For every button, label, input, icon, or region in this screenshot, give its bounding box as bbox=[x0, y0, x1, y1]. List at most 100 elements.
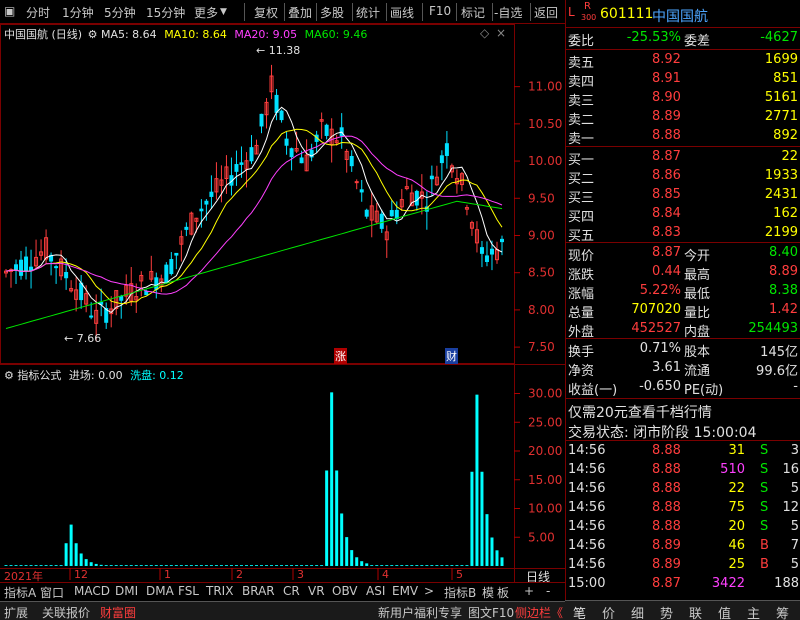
statistics-button[interactable]: 统计 bbox=[356, 4, 380, 21]
sell-level-row[interactable]: 卖五 8.92 1699 bbox=[566, 51, 800, 71]
overlay-button[interactable]: 叠加 bbox=[288, 4, 312, 21]
back-button[interactable]: 返回 bbox=[534, 4, 558, 21]
tab-tick[interactable]: 笔 bbox=[573, 603, 586, 620]
expand-button[interactable]: 扩展 bbox=[4, 604, 28, 620]
sell-level-row[interactable]: 卖一 8.88 892 bbox=[566, 127, 800, 147]
tab-template[interactable]: 模 bbox=[482, 584, 494, 601]
stat-row: 涨跌 0.44 最高 8.89 bbox=[566, 263, 800, 283]
draw-line-button[interactable]: 画线 bbox=[390, 4, 414, 21]
tick-time: 15:00 bbox=[568, 576, 606, 591]
sidebar-toggle-button[interactable]: 侧边栏《 bbox=[515, 604, 563, 620]
candle-body bbox=[169, 259, 174, 275]
tab-value[interactable]: 值 bbox=[718, 603, 731, 620]
header-r: R bbox=[584, 1, 591, 12]
tab-trix[interactable]: TRIX bbox=[206, 584, 233, 598]
tick-price: 8.88 bbox=[652, 443, 681, 458]
tab-15min[interactable]: 15分钟 bbox=[146, 4, 185, 21]
indicator-bar bbox=[79, 553, 83, 566]
f10-graphic-button[interactable]: 图文F10 bbox=[468, 604, 514, 620]
stat-row: 涨幅 5.22% 最低 8.38 bbox=[566, 282, 800, 302]
kline-chart-area[interactable]: 11.00 10.50 10.00 9.50 9.00 8.50 8.00 7.50 30.0… bbox=[0, 24, 565, 592]
buy-level-row[interactable]: 买五 8.83 2199 bbox=[566, 224, 800, 244]
candle-body bbox=[274, 94, 279, 113]
tab-5min[interactable]: 5分钟 bbox=[104, 4, 136, 21]
tab-cr[interactable]: CR bbox=[283, 584, 300, 598]
sell-level-label: 卖二 bbox=[568, 113, 595, 128]
price-tick-label: 8.00 bbox=[528, 303, 555, 317]
menu-square-icon[interactable]: ▣ bbox=[4, 4, 15, 18]
tab-board[interactable]: 板 bbox=[497, 584, 509, 601]
stat-label: 现价 bbox=[568, 249, 595, 264]
event-marker-finance[interactable]: 财 bbox=[445, 348, 458, 364]
tab-window[interactable]: 窗口 bbox=[40, 584, 64, 601]
chevron-down-icon[interactable]: ▼ bbox=[220, 7, 227, 17]
tab-1min[interactable]: 1分钟 bbox=[62, 4, 94, 21]
new-user-promo[interactable]: 新用户福利专享 bbox=[378, 604, 462, 620]
event-marker-limit[interactable]: 涨 bbox=[334, 348, 347, 364]
indicator-bar bbox=[265, 565, 269, 566]
sell-level-price: 8.92 bbox=[652, 52, 681, 67]
tab-chips[interactable]: 筹 bbox=[776, 603, 789, 620]
tick-volume: 75 bbox=[728, 500, 745, 515]
tab-main[interactable]: 主 bbox=[747, 603, 760, 620]
kline-svg[interactable]: 11.00 10.50 10.00 9.50 9.00 8.50 8.00 7.50 30.0… bbox=[0, 24, 565, 582]
tick-time: 14:56 bbox=[568, 462, 606, 477]
multi-stock-button[interactable]: 多股 bbox=[320, 4, 344, 21]
sell-level-row[interactable]: 卖三 8.90 5161 bbox=[566, 89, 800, 109]
buy-level-row[interactable]: 买三 8.85 2431 bbox=[566, 186, 800, 206]
buy-level-row[interactable]: 买二 8.86 1933 bbox=[566, 167, 800, 187]
wealth-circle-button[interactable]: 财富圈 bbox=[100, 604, 136, 620]
tab-indicator-a[interactable]: 指标A bbox=[4, 584, 36, 601]
related-quote-button[interactable]: 关联报价 bbox=[42, 604, 90, 620]
buy-level-volume: 22 bbox=[781, 149, 798, 164]
indicator-bar bbox=[320, 565, 324, 566]
tab-indicator-b[interactable]: 指标B bbox=[444, 584, 476, 601]
indicator-bar bbox=[395, 565, 399, 566]
rights-adjust-button[interactable]: 复权 bbox=[254, 4, 278, 21]
promo-text[interactable]: 仅需20元查看千档行情 bbox=[568, 402, 712, 422]
close-icon[interactable]: × bbox=[496, 26, 506, 40]
tab-more[interactable]: 更多 bbox=[194, 4, 218, 21]
low-value: 7.66 bbox=[76, 332, 102, 345]
tab-scroll-right[interactable]: > bbox=[424, 584, 434, 598]
candle-body bbox=[394, 209, 399, 219]
f10-button[interactable]: F10 bbox=[429, 4, 451, 18]
tab-dma[interactable]: DMA bbox=[146, 584, 174, 598]
tab-asi[interactable]: ASI bbox=[366, 584, 385, 598]
tab-emv[interactable]: EMV bbox=[392, 584, 418, 598]
tab-fsl[interactable]: FSL bbox=[178, 584, 199, 598]
trade-status: 交易状态: 闭市阶段 15:00:04 bbox=[568, 425, 757, 441]
indicator-bar bbox=[450, 565, 454, 566]
buy-level-row[interactable]: 买一 8.87 22 bbox=[566, 148, 800, 168]
tab-price[interactable]: 价 bbox=[602, 603, 615, 620]
indicator-gear-icon[interactable]: ⚙ bbox=[4, 369, 14, 382]
gear-icon[interactable]: ⚙ bbox=[88, 28, 98, 41]
stat-value: 452527 bbox=[631, 321, 681, 336]
diamond-icon[interactable]: ◇ bbox=[480, 26, 489, 40]
indicator-tick-label: 5.00 bbox=[528, 530, 555, 544]
promo-row[interactable]: 仅需20元查看千档行情 bbox=[566, 401, 800, 421]
indicator-bar bbox=[224, 565, 228, 566]
mark-button[interactable]: 标记 bbox=[461, 4, 485, 21]
tab-macd[interactable]: MACD bbox=[74, 584, 110, 598]
fundamental-row: 换手 0.71% 股本 145亿 bbox=[566, 340, 800, 360]
indicator-bar bbox=[305, 565, 309, 566]
indicator-bar bbox=[49, 565, 53, 566]
zoom-out-button[interactable]: - bbox=[546, 584, 550, 598]
tab-detail[interactable]: 细 bbox=[631, 603, 644, 620]
tick-count: 5 bbox=[790, 557, 799, 572]
sell-level-row[interactable]: 卖二 8.89 2771 bbox=[566, 108, 800, 128]
tab-obv[interactable]: OBV bbox=[332, 584, 358, 598]
indicator-bar bbox=[455, 565, 459, 566]
price-tick-label: 10.00 bbox=[528, 154, 562, 168]
tab-vr[interactable]: VR bbox=[308, 584, 325, 598]
tab-dmi[interactable]: DMI bbox=[115, 584, 138, 598]
tab-linked[interactable]: 联 bbox=[689, 603, 702, 620]
tab-intraday[interactable]: 分时 bbox=[26, 4, 50, 21]
zoom-in-button[interactable]: + bbox=[524, 584, 534, 598]
tab-brar[interactable]: BRAR bbox=[242, 584, 275, 598]
sell-level-row[interactable]: 卖四 8.91 851 bbox=[566, 70, 800, 90]
tab-trend[interactable]: 势 bbox=[660, 603, 673, 620]
buy-level-row[interactable]: 买四 8.84 162 bbox=[566, 205, 800, 225]
remove-watchlist-button[interactable]: -自选 bbox=[494, 4, 522, 21]
